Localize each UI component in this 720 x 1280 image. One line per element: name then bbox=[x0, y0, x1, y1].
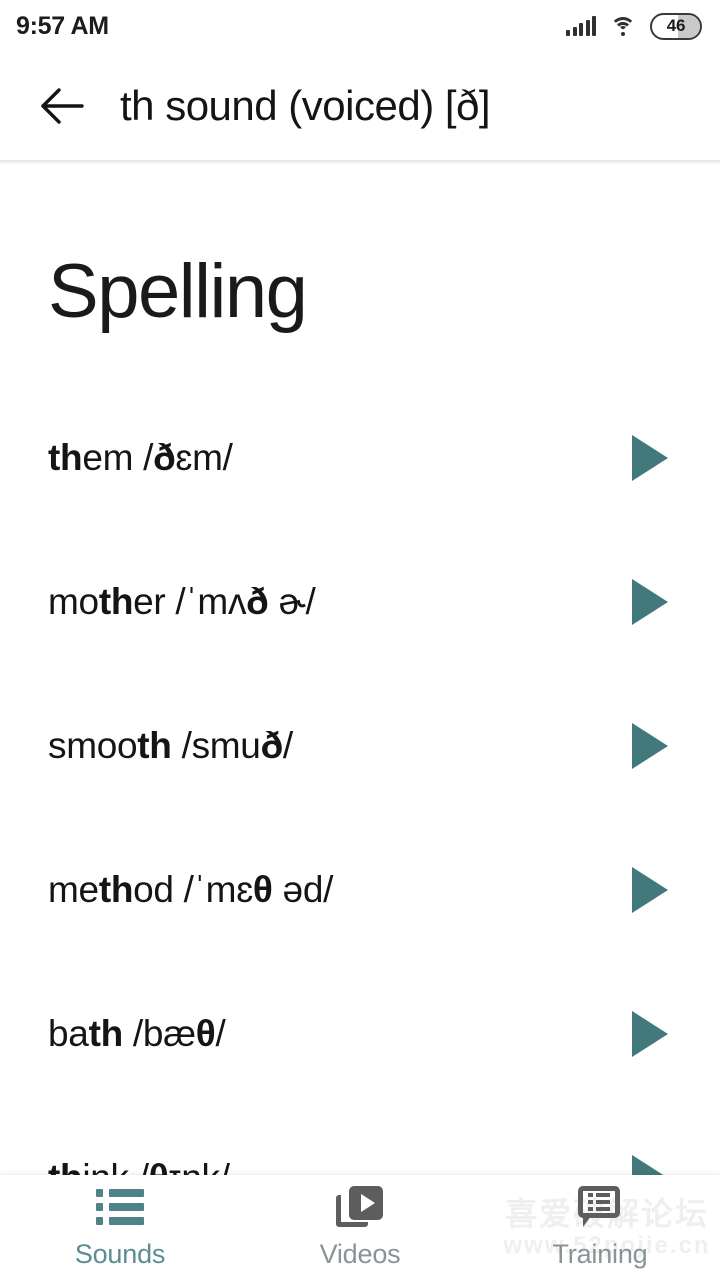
section-title: Spelling bbox=[48, 249, 308, 334]
nav-label-training: Training bbox=[552, 1239, 648, 1269]
nav-item-videos[interactable]: Videos bbox=[240, 1175, 480, 1280]
word-text: think /θɪŋk/ bbox=[48, 1157, 230, 1175]
play-icon[interactable] bbox=[632, 435, 668, 481]
battery-indicator: 46 bbox=[650, 12, 702, 40]
word-row[interactable]: bath /bæθ/ bbox=[0, 962, 720, 1106]
play-icon[interactable] bbox=[632, 1011, 668, 1057]
word-text: method /ˈmɛθ əd/ bbox=[48, 869, 334, 910]
play-icon[interactable] bbox=[632, 867, 668, 913]
speech-bubble-list-icon bbox=[577, 1185, 623, 1229]
nav-label-sounds: Sounds bbox=[74, 1239, 166, 1269]
word-row[interactable]: them /ðɛm/ bbox=[0, 386, 720, 530]
nav-item-training[interactable]: Training bbox=[480, 1175, 720, 1280]
status-indicators: 46 bbox=[566, 12, 702, 40]
nav-item-sounds[interactable]: Sounds bbox=[0, 1175, 240, 1280]
word-row[interactable]: mother /ˈmʌð ɚ/ bbox=[0, 530, 720, 674]
bottom-navigation: Sounds Videos Training bbox=[0, 1175, 720, 1280]
status-time: 9:57 AM bbox=[16, 11, 109, 40]
app-bar: th sound (voiced) [ð] bbox=[0, 52, 720, 160]
wifi-icon bbox=[610, 16, 636, 36]
word-row[interactable]: think /θɪŋk/ bbox=[0, 1106, 720, 1175]
word-row[interactable]: method /ˈmɛθ əd/ bbox=[0, 818, 720, 962]
video-library-icon bbox=[336, 1185, 384, 1229]
nav-label-videos: Videos bbox=[319, 1239, 401, 1269]
page-title: th sound (voiced) [ð] bbox=[120, 82, 491, 129]
battery-level-label: 46 bbox=[666, 16, 686, 35]
word-text: bath /bæθ/ bbox=[48, 1013, 226, 1054]
word-text: smooth /smuð/ bbox=[48, 725, 293, 766]
word-text: mother /ˈmʌð ɚ/ bbox=[48, 581, 316, 622]
word-text: them /ðɛm/ bbox=[48, 437, 233, 478]
back-arrow-icon bbox=[41, 88, 84, 124]
status-bar: 9:57 AM 46 bbox=[0, 0, 720, 52]
list-icon bbox=[96, 1185, 144, 1229]
play-icon[interactable] bbox=[632, 1155, 668, 1175]
play-icon[interactable] bbox=[632, 723, 668, 769]
content-area[interactable]: Spelling them /ðɛm/ mother /ˈmʌð ɚ/ smoo… bbox=[0, 164, 720, 1175]
play-icon[interactable] bbox=[632, 579, 668, 625]
word-list: them /ðɛm/ mother /ˈmʌð ɚ/ smooth /smuð/… bbox=[0, 386, 720, 1175]
signal-bars-icon bbox=[566, 16, 596, 36]
back-button[interactable] bbox=[34, 78, 90, 134]
app-screen: 9:57 AM 46 th sound (voiced) [ð] Spellin… bbox=[0, 0, 720, 1280]
word-row[interactable]: smooth /smuð/ bbox=[0, 674, 720, 818]
